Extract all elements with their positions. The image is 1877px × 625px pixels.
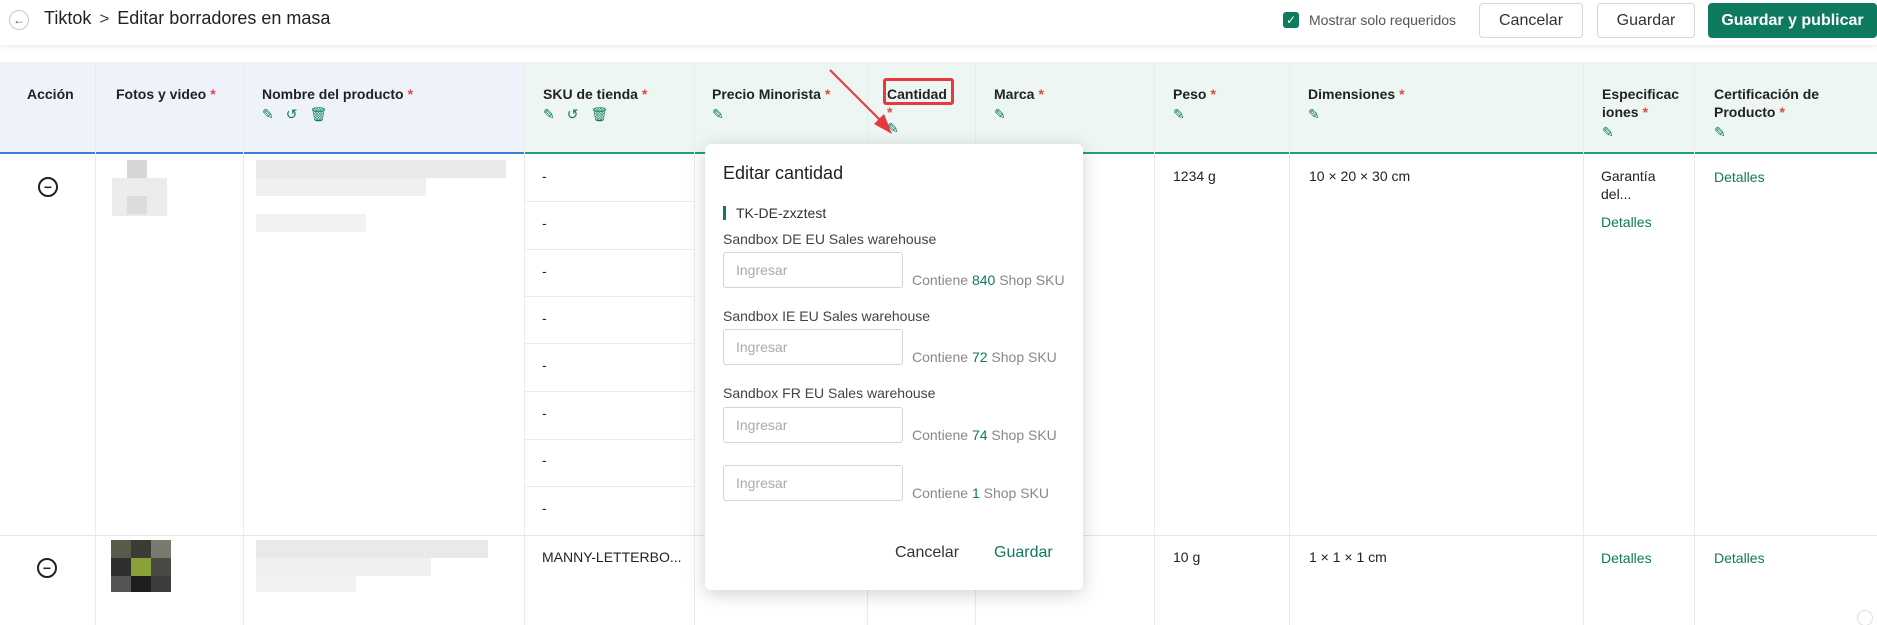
minus-circle-icon[interactable]: −: [37, 558, 57, 578]
column-sku: SKU de tienda * ✎ ↺ 🗑: [543, 86, 648, 123]
popup-title: Editar cantidad: [723, 163, 844, 183]
annotation-arrow-icon: [829, 69, 892, 134]
shop-sku-count: Contiene 72 Shop SKU: [912, 349, 1057, 365]
only-required-label: Mostrar solo requeridos: [1309, 12, 1457, 28]
column-name: Nombre del producto * ✎ ↺ 🗑: [262, 86, 414, 123]
column-divider: [1694, 62, 1695, 625]
header-divider-blue: [0, 152, 525, 154]
sku-value[interactable]: -: [542, 500, 547, 516]
column-action: Acción: [27, 86, 74, 102]
sku-value[interactable]: -: [542, 405, 547, 421]
minus-circle-icon[interactable]: −: [38, 177, 58, 197]
specs-value: del...: [1601, 186, 1632, 202]
dimensions-value[interactable]: 10 × 20 × 30 cm: [1309, 168, 1410, 184]
edit-icon[interactable]: ✎: [1602, 123, 1614, 141]
sku-value[interactable]: -: [542, 263, 547, 279]
breadcrumb-separator: >: [99, 8, 110, 28]
breadcrumb-app[interactable]: Tiktok: [44, 8, 91, 29]
reset-icon[interactable]: ↺: [286, 105, 298, 123]
checkbox-checked-icon[interactable]: ✓: [1283, 12, 1299, 28]
trash-icon[interactable]: 🗑: [309, 105, 327, 123]
edit-icon[interactable]: ✎: [712, 105, 724, 123]
edit-quantity-popup: Editar cantidad TK-DE-zxztest Sandbox DE…: [705, 144, 1083, 590]
trash-icon[interactable]: 🗑: [590, 105, 608, 123]
dimensions-value[interactable]: 1 × 1 × 1 cm: [1309, 549, 1387, 565]
sku-value[interactable]: -: [542, 215, 547, 231]
shop-name: TK-DE-zxztest: [723, 206, 826, 220]
cert-details-link[interactable]: Detalles: [1714, 550, 1765, 566]
column-divider: [1583, 62, 1584, 625]
edit-icon[interactable]: ✎: [1173, 105, 1185, 123]
sku-value[interactable]: -: [542, 452, 547, 468]
column-divider: [243, 62, 244, 625]
only-required-toggle[interactable]: ✓ Mostrar solo requeridos: [1283, 12, 1456, 28]
shop-sku-count: Contiene 840 Shop SKU: [912, 272, 1065, 288]
specs-details-link[interactable]: Detalles: [1601, 214, 1652, 230]
page-title: Editar borradores en masa: [117, 8, 331, 28]
column-brand: Marca * ✎: [994, 86, 1044, 123]
quantity-input[interactable]: [723, 407, 903, 443]
sku-value[interactable]: -: [542, 168, 547, 184]
sku-value[interactable]: MANNY-LETTERBO...: [542, 549, 682, 565]
shop-sku-count: Contiene 1 Shop SKU: [912, 485, 1049, 501]
popup-cancel-button[interactable]: Cancelar: [895, 544, 959, 562]
warehouse-label: Sandbox FR EU Sales warehouse: [723, 385, 936, 401]
edit-icon[interactable]: ✎: [262, 105, 274, 123]
column-divider: [1154, 62, 1155, 625]
sku-value[interactable]: -: [542, 357, 547, 373]
specs-value: Garantía: [1601, 168, 1656, 184]
column-divider: [1289, 62, 1290, 625]
quantity-input[interactable]: [723, 465, 903, 501]
reset-icon[interactable]: ↺: [567, 105, 579, 123]
popup-save-button[interactable]: Guardar: [994, 544, 1053, 562]
edit-icon[interactable]: ✎: [1308, 105, 1320, 123]
quantity-input[interactable]: [723, 252, 903, 288]
shop-sku-count: Contiene 74 Shop SKU: [912, 427, 1057, 443]
top-bar: ← Tiktok > Editar borradores en masa ✓ M…: [0, 0, 1877, 45]
column-specs: Especificac iones * ✎: [1602, 86, 1680, 141]
column-dimensions: Dimensiones * ✎: [1308, 86, 1405, 123]
cert-details-link[interactable]: Detalles: [1714, 169, 1765, 185]
column-divider: [95, 62, 96, 625]
save-button[interactable]: Guardar: [1597, 3, 1695, 38]
specs-details-link[interactable]: Detalles: [1601, 550, 1652, 566]
warehouse-label: Sandbox DE EU Sales warehouse: [723, 231, 937, 247]
warehouse-label: Sandbox IE EU Sales warehouse: [723, 308, 931, 324]
arrow-left-icon[interactable]: ←: [9, 10, 29, 30]
save-publish-button[interactable]: Guardar y publicar: [1708, 3, 1877, 38]
edit-icon[interactable]: ✎: [1714, 123, 1726, 141]
column-price: Precio Minorista * ✎: [712, 86, 831, 123]
quantity-input[interactable]: [723, 329, 903, 365]
weight-value[interactable]: 10 g: [1173, 549, 1200, 565]
sku-value[interactable]: -: [542, 310, 547, 326]
weight-value[interactable]: 1234 g: [1173, 168, 1216, 184]
cancel-button[interactable]: Cancelar: [1479, 3, 1583, 38]
edit-icon[interactable]: ✎: [994, 105, 1006, 123]
table-header: Acción Fotos y video * Nombre del product…: [0, 62, 1877, 154]
column-weight: Peso * ✎: [1173, 86, 1216, 123]
scroll-indicator[interactable]: [1857, 610, 1873, 625]
edit-icon[interactable]: ✎: [543, 105, 555, 123]
column-photos: Fotos y video *: [116, 86, 216, 102]
column-certification: Certificación de Producto * ✎: [1714, 86, 1820, 141]
breadcrumb: Tiktok > Editar borradores en masa: [44, 8, 330, 29]
